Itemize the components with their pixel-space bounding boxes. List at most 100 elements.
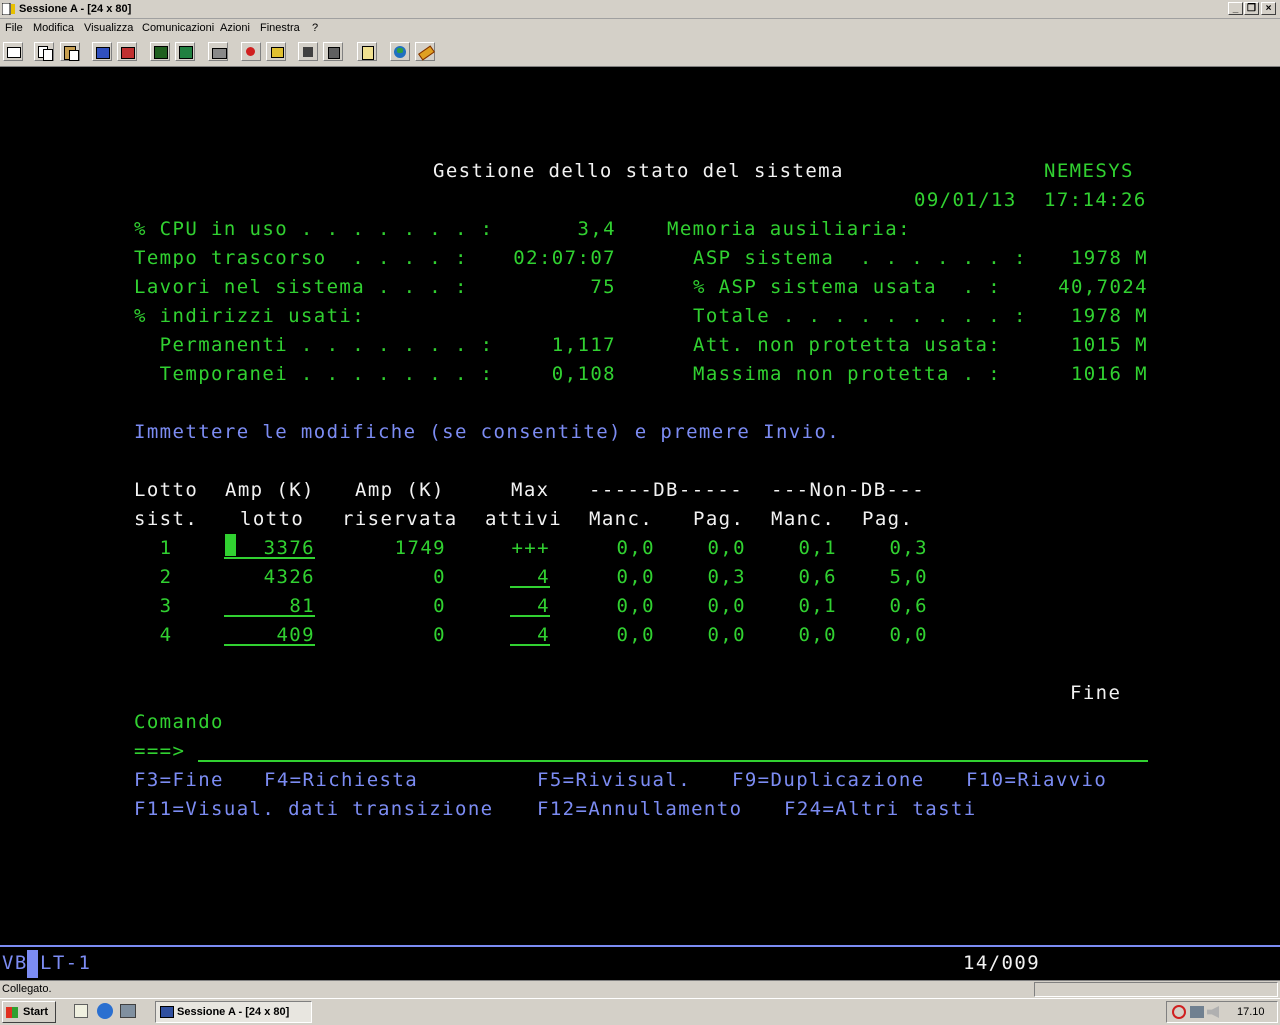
- menu-help[interactable]: ?: [312, 19, 318, 37]
- receive-file-icon[interactable]: [117, 42, 137, 61]
- max-active-field[interactable]: 4: [510, 595, 550, 617]
- reserved-value: 0: [433, 595, 446, 617]
- minimize-button[interactable]: _: [1228, 2, 1243, 15]
- status-bar: Collegato.: [0, 980, 1280, 998]
- emulator-app-icon: [2, 3, 15, 15]
- oia-indicator: [27, 950, 38, 978]
- pool-number: 2: [159, 566, 173, 588]
- fkey-f5[interactable]: F5=Rivisual.: [537, 769, 691, 791]
- send-file-icon[interactable]: [92, 42, 112, 61]
- col-subheader-pool: sist.: [134, 508, 199, 530]
- max-active-field[interactable]: 4: [510, 624, 550, 646]
- menu-finestra[interactable]: Finestra: [260, 19, 300, 37]
- command-input[interactable]: [198, 740, 1148, 762]
- show-desktop-icon[interactable]: [74, 1004, 88, 1018]
- current-date: 09/01/13: [914, 189, 1017, 211]
- title-bar: Sessione A - [24 x 80] _ ❐ ×: [0, 0, 1280, 19]
- fkey-f11[interactable]: F11=Visual. dati transizione: [134, 798, 494, 820]
- col-subheader-db-pages: Pag.: [693, 508, 745, 530]
- db-pages-value: 0,0: [707, 537, 746, 559]
- menu-visualizza[interactable]: Visualizza: [84, 19, 133, 37]
- fkey-f3[interactable]: F3=Fine: [134, 769, 224, 791]
- stat-value-total: 1978 M: [1070, 305, 1148, 327]
- stat-value-asp: 1978 M: [1070, 247, 1148, 269]
- col-header-max: Max: [511, 479, 550, 501]
- globe-icon[interactable]: [390, 42, 410, 61]
- close-button[interactable]: ×: [1261, 2, 1276, 15]
- cursor-position: 14/009: [963, 952, 1041, 974]
- fkey-f4[interactable]: F4=Richiesta: [264, 769, 418, 791]
- col-subheader-ndb-pages: Pag.: [862, 508, 914, 530]
- terminal-screen[interactable]: Gestione dello stato del sistema NEMESYS…: [0, 67, 1280, 945]
- session-task-icon: [160, 1006, 174, 1018]
- volume-icon[interactable]: [1207, 1006, 1219, 1018]
- system-name: NEMESYS: [1044, 160, 1134, 182]
- play-macro-icon[interactable]: [266, 42, 286, 61]
- record-macro-icon[interactable]: [241, 42, 261, 61]
- pool-size-field[interactable]: 3376: [224, 537, 315, 559]
- col-subheader-size: lotto: [240, 508, 305, 530]
- instruction-text: Immettere le modifiche (se consentite) e…: [134, 421, 841, 443]
- help-icon[interactable]: [415, 42, 435, 61]
- network-icon[interactable]: [1190, 1006, 1204, 1018]
- stat-label-elapsed: Tempo trascorso . . . . :: [134, 247, 468, 269]
- clock: 17.10: [1237, 1006, 1265, 1018]
- col-header-nondb: ---Non-DB---: [771, 479, 926, 501]
- keyboard-map-icon[interactable]: [175, 42, 195, 61]
- fkey-f12[interactable]: F12=Annullamento: [537, 798, 742, 820]
- ndb-fault-value: 0,0: [798, 624, 837, 646]
- start-button[interactable]: Start: [2, 1001, 56, 1023]
- taskbar: Start Sessione A - [24 x 80] 17.10: [0, 998, 1280, 1025]
- db-fault-value: 0,0: [616, 595, 655, 617]
- menu-modifica[interactable]: Modifica: [33, 19, 74, 37]
- menu-bar: File Modifica Visualizza Comunicazioni A…: [0, 19, 1280, 37]
- ndb-fault-value: 0,1: [798, 595, 837, 617]
- stat-value-jobs: 75: [590, 276, 616, 298]
- pool-number: 3: [159, 595, 173, 617]
- col-subheader-active: attivi: [485, 508, 563, 530]
- clipboard-icon[interactable]: [323, 42, 343, 61]
- operator-information-area: VB LT-1 14/009: [0, 945, 1280, 981]
- host-icon[interactable]: [357, 42, 377, 61]
- internet-explorer-icon[interactable]: [97, 1003, 113, 1019]
- macro-icon[interactable]: [208, 42, 228, 61]
- db-pages-value: 0,0: [707, 624, 746, 646]
- status-pane: [1034, 982, 1278, 997]
- paste-icon[interactable]: [60, 42, 80, 61]
- db-fault-value: 0,0: [616, 537, 655, 559]
- tray-app-icon[interactable]: [1172, 1005, 1186, 1019]
- max-active-field[interactable]: 4: [510, 566, 550, 588]
- pool-size-field[interactable]: 81: [224, 595, 315, 617]
- restore-button[interactable]: ❐: [1244, 2, 1259, 15]
- menu-file[interactable]: File: [5, 19, 23, 37]
- stop-macro-icon[interactable]: [298, 42, 318, 61]
- task-label: Sessione A - [24 x 80]: [177, 1006, 290, 1018]
- pool-number: 1: [159, 537, 173, 559]
- ndb-fault-value: 0,6: [798, 566, 837, 588]
- db-pages-value: 0,3: [707, 566, 746, 588]
- fkey-f24[interactable]: F24=Altri tasti: [784, 798, 977, 820]
- oia-lu-name: LT-1: [40, 952, 92, 974]
- display-icon[interactable]: [150, 42, 170, 61]
- stat-value-permanent: 1,117: [551, 334, 616, 356]
- stat-label-permanent: Permanenti . . . . . . . :: [134, 334, 494, 356]
- reserved-value: 0: [433, 566, 446, 588]
- fkey-f9[interactable]: F9=Duplicazione: [732, 769, 925, 791]
- copy-icon[interactable]: [34, 42, 54, 61]
- reserved-value: 0: [433, 624, 446, 646]
- fkey-f10[interactable]: F10=Riavvio: [966, 769, 1107, 791]
- stat-value-elapsed: 02:07:07: [513, 247, 616, 269]
- taskbar-task-sessione[interactable]: Sessione A - [24 x 80]: [155, 1001, 312, 1023]
- start-label: Start: [23, 1006, 49, 1018]
- quick-launch-app-icon[interactable]: [120, 1004, 136, 1018]
- print-screen-icon[interactable]: [3, 42, 23, 61]
- stat-value-asp-used: 40,7024: [1058, 276, 1148, 298]
- stat-label-jobs: Lavori nel sistema . . . :: [134, 276, 468, 298]
- pool-size-field[interactable]: 409: [224, 624, 315, 646]
- toolbar: [0, 37, 1280, 67]
- col-subheader-ndb-fault: Manc.: [771, 508, 836, 530]
- menu-comunicazioni[interactable]: Comunicazioni: [142, 19, 214, 37]
- pool-size-value: 81: [289, 595, 315, 617]
- menu-azioni[interactable]: Azioni: [220, 19, 250, 37]
- pool-size-value: 409: [276, 624, 315, 646]
